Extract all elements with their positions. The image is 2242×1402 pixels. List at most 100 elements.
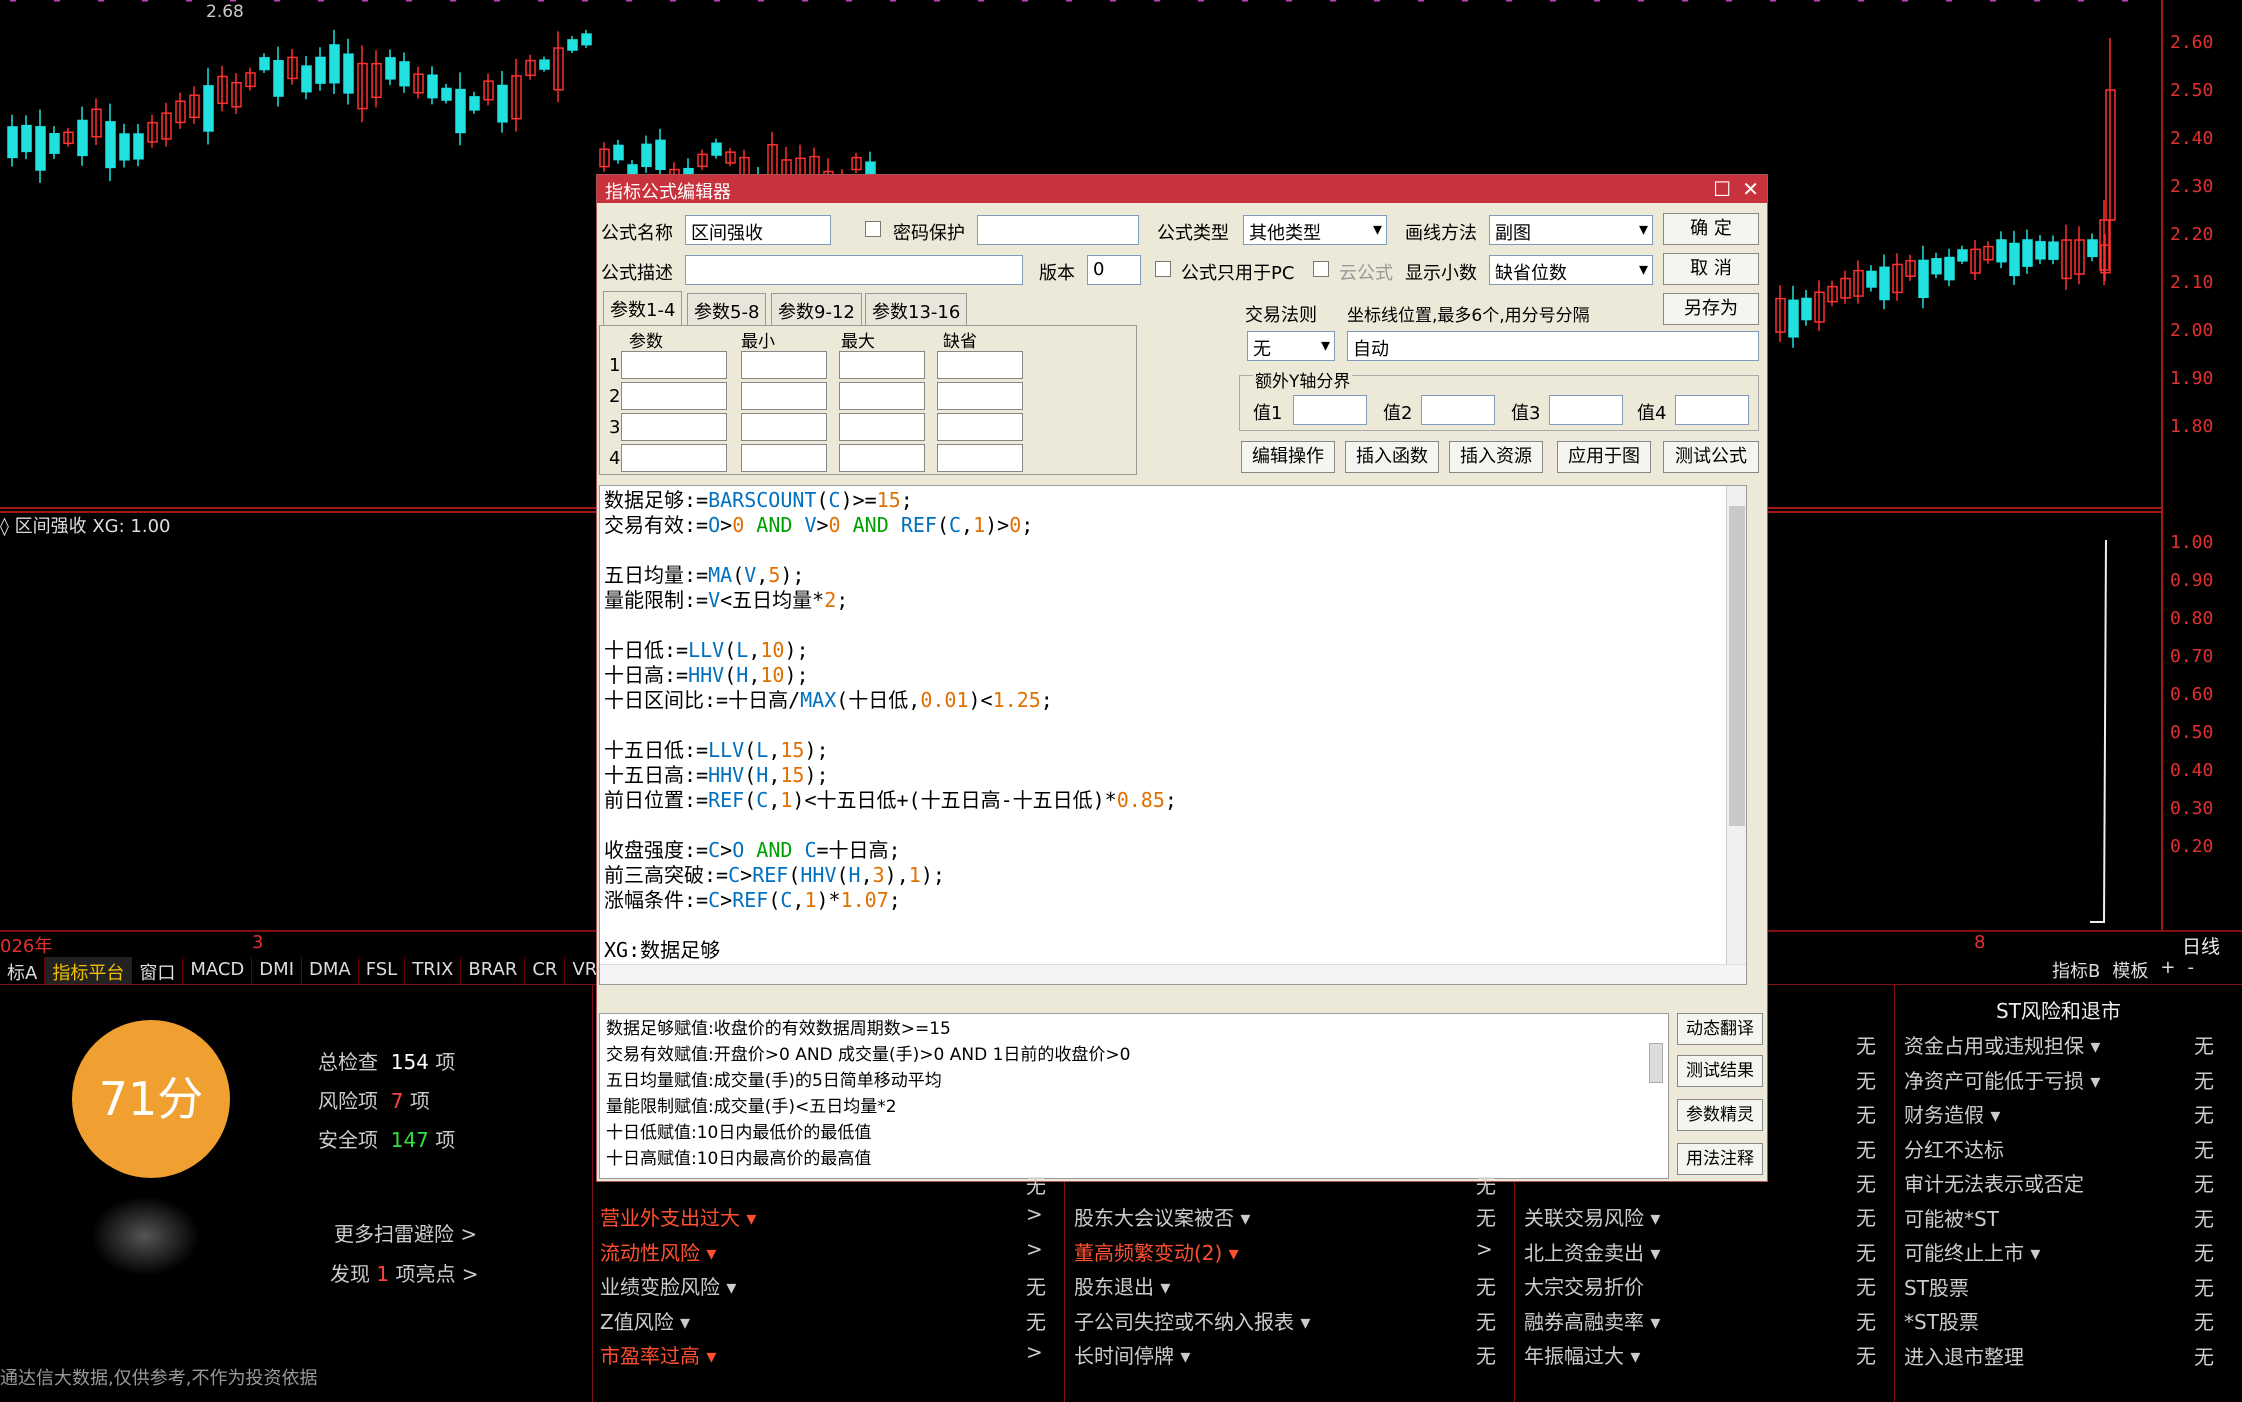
more-scan-link[interactable]: 更多扫雷避险 >: [334, 1218, 477, 1247]
param-cell[interactable]: [839, 382, 925, 410]
highlights-link[interactable]: 发现 1 项亮点 >: [330, 1258, 479, 1287]
param-cell[interactable]: [621, 351, 727, 379]
tab-dmi[interactable]: DMI: [252, 957, 302, 985]
period-label[interactable]: 日线: [2182, 932, 2220, 959]
param-cell[interactable]: [741, 382, 827, 410]
test-formula-button[interactable]: 测试公式: [1663, 441, 1759, 473]
remove-panel-button[interactable]: -: [2187, 957, 2194, 983]
param-cell[interactable]: [839, 444, 925, 472]
add-panel-button[interactable]: +: [2160, 957, 2175, 983]
scrollbar-thumb[interactable]: [1729, 506, 1745, 826]
risk-item[interactable]: 董高频繁变动(2) ▾: [1074, 1237, 1239, 1266]
formula-desc-input[interactable]: [685, 255, 1023, 285]
val4-input[interactable]: [1675, 395, 1749, 425]
param-cell[interactable]: [937, 351, 1023, 379]
param-cell[interactable]: [937, 413, 1023, 441]
tab-params-9-12[interactable]: 参数9-12: [771, 293, 862, 325]
risk-item[interactable]: 股东退出 ▾: [1074, 1271, 1170, 1300]
param-cell[interactable]: [621, 444, 727, 472]
translation-scrollbar[interactable]: [1649, 1043, 1663, 1083]
trade-rule-select[interactable]: 无 ▾: [1247, 331, 1335, 361]
risk-item[interactable]: 年振幅过大 ▾: [1524, 1340, 1640, 1369]
param-wizard-button[interactable]: 参数精灵: [1677, 1099, 1763, 1131]
tab-brar[interactable]: BRAR: [461, 957, 526, 985]
param-cell[interactable]: [621, 413, 727, 441]
st-risk-item[interactable]: 分红不达标: [1904, 1134, 2004, 1163]
risk-item[interactable]: 长时间停牌 ▾: [1074, 1340, 1190, 1369]
st-risk-item[interactable]: 净资产可能低于亏损 ▾: [1904, 1065, 2100, 1094]
risk-item[interactable]: 融券高融卖率 ▾: [1524, 1306, 1660, 1335]
tab-window[interactable]: 窗口: [132, 957, 184, 985]
editor-horizontal-scrollbar[interactable]: [600, 964, 1746, 984]
tab-cr[interactable]: CR: [525, 957, 566, 985]
param-cell[interactable]: [741, 413, 827, 441]
tab-indicator-b[interactable]: 指标B: [2052, 957, 2100, 983]
risk-item[interactable]: 子公司失控或不纳入报表 ▾: [1074, 1306, 1310, 1335]
risk-item[interactable]: 北上资金卖出 ▾: [1524, 1237, 1660, 1266]
param-cell[interactable]: [937, 444, 1023, 472]
tab-indicator-platform[interactable]: 指标平台: [45, 957, 133, 985]
st-risk-item[interactable]: *ST股票: [1904, 1306, 1979, 1335]
password-input[interactable]: [977, 215, 1139, 245]
cancel-button[interactable]: 取 消: [1663, 253, 1759, 285]
tab-params-5-8[interactable]: 参数5-8: [687, 293, 767, 325]
pc-only-checkbox[interactable]: [1155, 261, 1171, 277]
param-cell[interactable]: [741, 351, 827, 379]
param-cell[interactable]: [741, 444, 827, 472]
tab-params-1-4[interactable]: 参数1-4: [603, 291, 683, 325]
risk-item[interactable]: 业绩变脸风险 ▾: [600, 1271, 736, 1300]
cloud-checkbox[interactable]: [1313, 261, 1329, 277]
st-risk-item[interactable]: 审计无法表示或否定: [1904, 1168, 2084, 1197]
password-checkbox[interactable]: [865, 221, 881, 237]
tab-dma[interactable]: DMA: [302, 957, 359, 985]
close-icon[interactable]: ✕: [1742, 177, 1759, 201]
tab-fsl[interactable]: FSL: [359, 957, 406, 985]
val2-input[interactable]: [1421, 395, 1495, 425]
st-risk-item[interactable]: 财务造假 ▾: [1904, 1099, 2000, 1128]
formula-code-editor[interactable]: 数据足够:=BARSCOUNT(C)>=15; 交易有效:=O>0 AND V>0…: [599, 485, 1747, 985]
risk-item[interactable]: 关联交易风险 ▾: [1524, 1202, 1660, 1231]
param-cell[interactable]: [839, 351, 925, 379]
risk-item[interactable]: 大宗交易折价: [1524, 1271, 1644, 1300]
code-token: );: [920, 863, 945, 887]
st-risk-item[interactable]: 可能终止上市 ▾: [1904, 1237, 2040, 1266]
ok-button[interactable]: 确 定: [1663, 213, 1759, 245]
test-result-button[interactable]: 测试结果: [1677, 1055, 1763, 1087]
formula-type-select[interactable]: 其他类型 ▾: [1243, 215, 1387, 245]
st-risk-item[interactable]: 进入退市整理: [1904, 1341, 2024, 1370]
st-risk-item[interactable]: ST股票: [1904, 1272, 1969, 1301]
risk-item[interactable]: Z值风险 ▾: [600, 1306, 690, 1335]
edit-ops-button[interactable]: 编辑操作: [1241, 441, 1335, 473]
tab-template[interactable]: 模板: [2112, 957, 2148, 983]
val3-input[interactable]: [1549, 395, 1623, 425]
param-cell[interactable]: [937, 382, 1023, 410]
version-input[interactable]: 0: [1087, 255, 1141, 285]
draw-method-select[interactable]: 副图 ▾: [1489, 215, 1653, 245]
editor-vertical-scrollbar[interactable]: [1726, 486, 1746, 984]
decimals-select[interactable]: 缺省位数 ▾: [1489, 255, 1653, 285]
risk-item[interactable]: 营业外支出过大 ▾: [600, 1202, 756, 1231]
insert-resource-button[interactable]: 插入资源: [1449, 441, 1543, 473]
formula-name-input[interactable]: 区间强收: [685, 215, 831, 245]
maximize-icon[interactable]: ☐: [1713, 177, 1731, 201]
param-cell[interactable]: [621, 382, 727, 410]
tab-indicator-a[interactable]: 标A: [0, 957, 46, 985]
tab-trix[interactable]: TRIX: [405, 957, 462, 985]
save-as-button[interactable]: 另存为: [1663, 293, 1759, 325]
st-risk-item[interactable]: 可能被*ST: [1904, 1203, 1999, 1232]
code-token: REF: [732, 888, 769, 912]
risk-item[interactable]: 流动性风险 ▾: [600, 1237, 716, 1266]
dynamic-translate-button[interactable]: 动态翻译: [1677, 1013, 1763, 1045]
risk-item[interactable]: 市盈率过高 ▾: [600, 1340, 716, 1369]
coord-input[interactable]: 自动: [1347, 331, 1759, 361]
apply-to-chart-button[interactable]: 应用于图: [1557, 441, 1651, 473]
insert-function-button[interactable]: 插入函数: [1345, 441, 1439, 473]
risk-item[interactable]: 股东大会议案被否 ▾: [1074, 1202, 1250, 1231]
st-risk-item[interactable]: 资金占用或违规担保 ▾: [1904, 1030, 2100, 1059]
usage-notes-button[interactable]: 用法注释: [1677, 1143, 1763, 1175]
dialog-titlebar[interactable]: 指标公式编辑器 ☐ ✕: [597, 175, 1767, 203]
val1-input[interactable]: [1293, 395, 1367, 425]
tab-macd[interactable]: MACD: [183, 957, 253, 985]
tab-params-13-16[interactable]: 参数13-16: [865, 293, 968, 325]
param-cell[interactable]: [839, 413, 925, 441]
